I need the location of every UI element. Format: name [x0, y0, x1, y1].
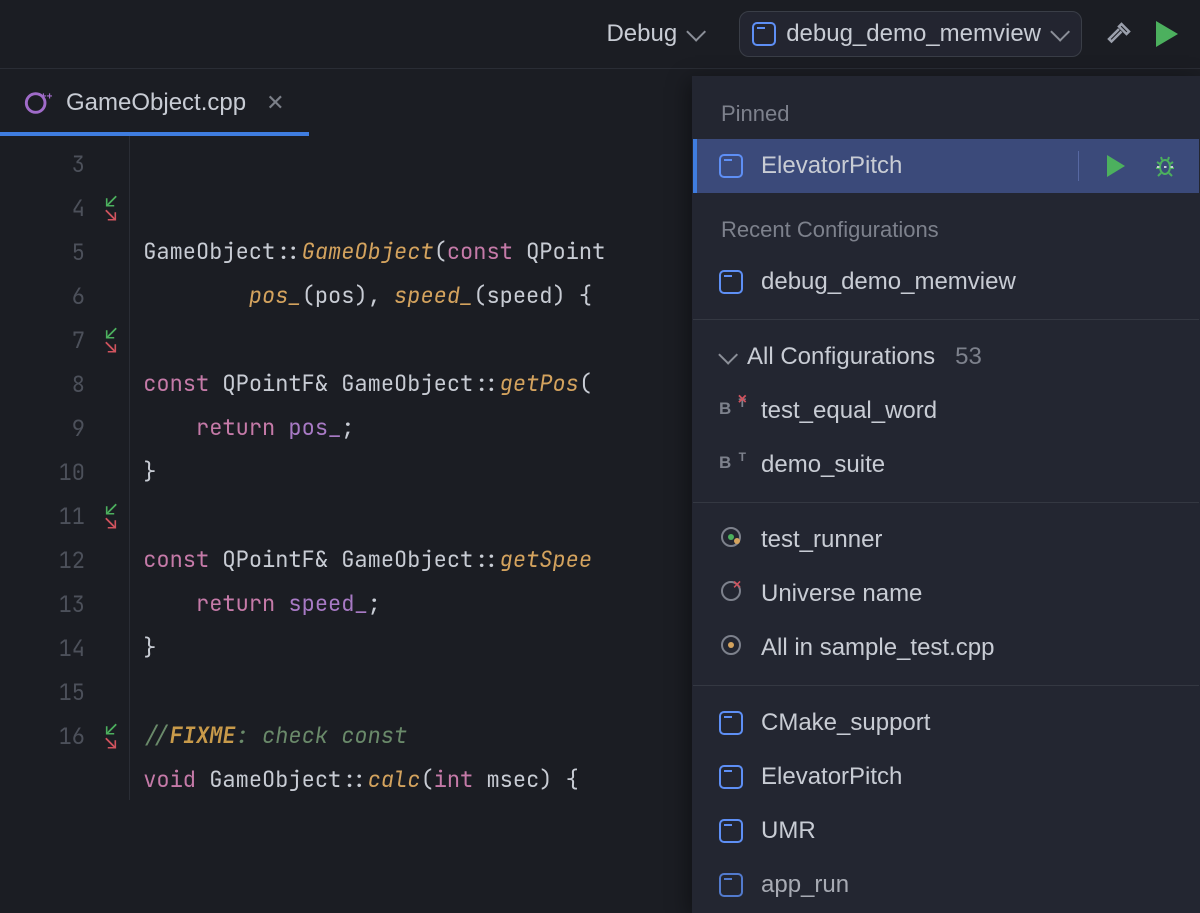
config-label: test_runner: [761, 526, 882, 554]
vcs-change-icon: ↙↘: [105, 722, 117, 750]
config-icon: [752, 22, 776, 46]
config-item-elevatorpitch[interactable]: ElevatorPitch ⋮: [693, 139, 1199, 193]
separator: [693, 319, 1199, 320]
vcs-change-icon: ↙↘: [105, 194, 117, 222]
build-icon[interactable]: [1104, 19, 1134, 49]
run-icon[interactable]: [1156, 21, 1178, 47]
separator: [693, 502, 1199, 503]
dropdown-section-pinned: Pinned: [693, 77, 1199, 139]
all-configurations-expander[interactable]: All Configurations 53: [693, 330, 1199, 384]
all-configs-count: 53: [955, 343, 982, 371]
config-label: test_equal_word: [761, 397, 937, 425]
line-number: 16↙↘: [0, 714, 129, 758]
dropdown-section-recent: Recent Configurations: [693, 193, 1199, 255]
build-mode-label: Debug: [606, 20, 677, 48]
line-number: 12: [0, 538, 129, 582]
vcs-change-icon: ↙↘: [105, 326, 117, 354]
run-config-dropdown: Pinned ElevatorPitch ⋮ Recent Configurat…: [692, 76, 1200, 913]
config-icon: [719, 819, 743, 843]
line-number: 5: [0, 230, 129, 274]
build-mode-selector[interactable]: Debug: [590, 11, 717, 57]
line-gutter: 3 4↙↘ 5 6 7↙↘ 8 9 10 11↙↘ 12 13 14 15 16…: [0, 136, 130, 800]
config-label: ElevatorPitch: [761, 763, 902, 791]
line-number: 6: [0, 274, 129, 318]
config-item-universe-name[interactable]: × Universe name: [693, 567, 1199, 621]
config-item-app-run[interactable]: app_run: [693, 858, 1199, 912]
line-number: 9: [0, 406, 129, 450]
boost-test-icon: BT: [719, 453, 743, 477]
run-icon[interactable]: [1107, 155, 1125, 177]
all-configs-label: All Configurations: [747, 343, 935, 371]
line-number: 15: [0, 670, 129, 714]
separator: [693, 685, 1199, 686]
config-label: All in sample_test.cpp: [761, 634, 994, 662]
tab-gameobject-cpp[interactable]: ++ GameObject.cpp ✕: [0, 69, 309, 136]
config-item-debug-demo-memview[interactable]: debug_demo_memview: [693, 255, 1199, 309]
config-label: Universe name: [761, 580, 922, 608]
config-label: ElevatorPitch: [761, 152, 902, 180]
separator: [1078, 151, 1079, 181]
config-icon: [719, 711, 743, 735]
line-number: 11↙↘: [0, 494, 129, 538]
config-item-test-equal-word[interactable]: BT test_equal_word: [693, 384, 1199, 438]
config-item-cmake-support[interactable]: CMake_support: [693, 696, 1199, 750]
chevron-down-icon: [718, 345, 738, 365]
config-label: demo_suite: [761, 451, 885, 479]
gtest-error-icon: ×: [719, 579, 743, 610]
more-icon[interactable]: ⋮: [1153, 157, 1177, 175]
boost-test-error-icon: BT: [719, 399, 743, 423]
line-number: 3: [0, 142, 129, 186]
config-item-test-runner[interactable]: test_runner: [693, 513, 1199, 567]
config-icon: [719, 765, 743, 789]
config-label: debug_demo_memview: [761, 268, 1016, 296]
cpp-file-icon: ++: [24, 89, 52, 117]
config-label: CMake_support: [761, 709, 930, 737]
config-label: app_run: [761, 871, 849, 899]
close-icon[interactable]: ✕: [266, 90, 284, 116]
line-number: 14: [0, 626, 129, 670]
svg-text:++: ++: [40, 90, 52, 102]
config-item-elevatorpitch-all[interactable]: ElevatorPitch: [693, 750, 1199, 804]
chevron-down-icon: [1050, 22, 1070, 42]
run-config-label: debug_demo_memview: [786, 20, 1041, 48]
config-item-demo-suite[interactable]: BT demo_suite: [693, 438, 1199, 492]
svg-text:×: ×: [733, 579, 741, 592]
config-item-umr[interactable]: UMR: [693, 804, 1199, 858]
top-toolbar: Debug debug_demo_memview: [0, 0, 1200, 68]
line-number: 13: [0, 582, 129, 626]
tab-label: GameObject.cpp: [66, 89, 246, 117]
line-number: 7↙↘: [0, 318, 129, 362]
config-icon: [719, 154, 743, 178]
config-icon: [719, 873, 743, 897]
gtest-icon: [719, 525, 743, 556]
run-config-selector[interactable]: debug_demo_memview: [739, 11, 1082, 57]
line-number: 4↙↘: [0, 186, 129, 230]
vcs-change-icon: ↙↘: [105, 502, 117, 530]
gtest-icon: [719, 633, 743, 664]
chevron-down-icon: [686, 22, 706, 42]
line-number: 8: [0, 362, 129, 406]
config-item-all-in-sample-test[interactable]: All in sample_test.cpp: [693, 621, 1199, 675]
config-label: UMR: [761, 817, 816, 845]
config-icon: [719, 270, 743, 294]
line-number: 10: [0, 450, 129, 494]
